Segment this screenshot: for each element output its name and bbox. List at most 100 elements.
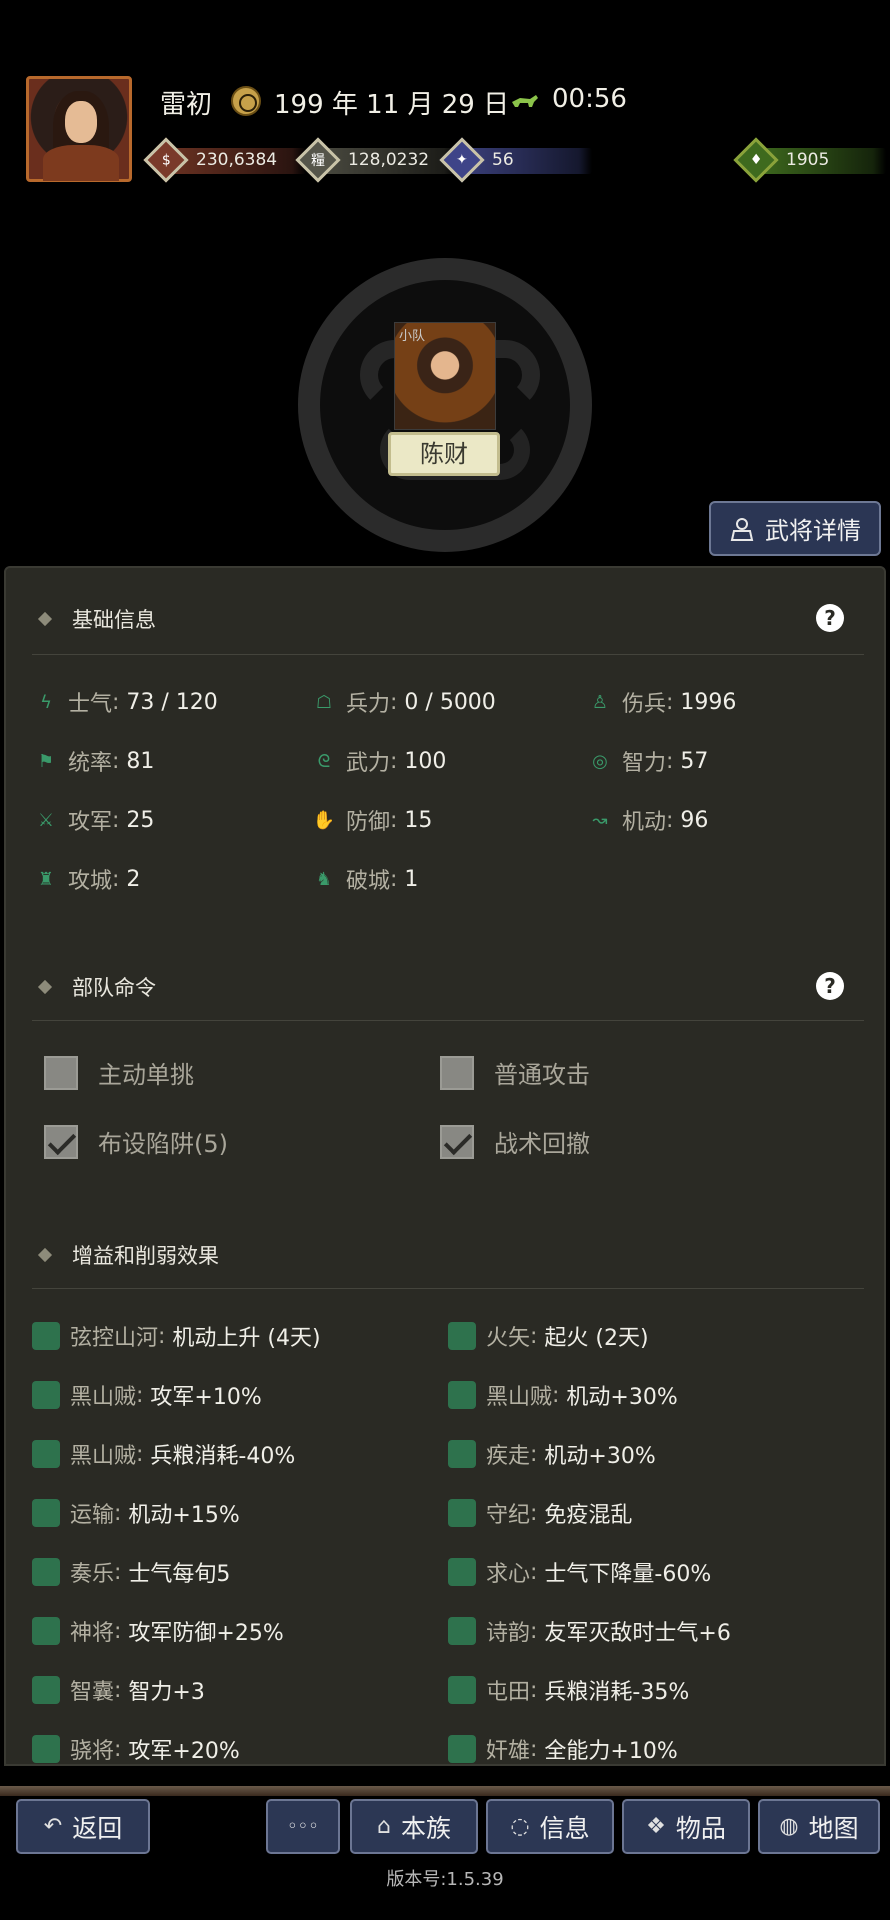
resource-supply: ♦ 1905 (733, 137, 886, 183)
effects-header: 增益和削弱效果 (37, 1240, 219, 1270)
effect-item: 黑山贼: 兵粮消耗-40% (32, 1438, 295, 1470)
strength-badge-icon: ✦ (439, 137, 485, 183)
checkbox-box[interactable] (44, 1055, 78, 1090)
bandit-mask-icon (32, 1440, 60, 1468)
effect-item: 奏乐: 士气每旬5 (32, 1556, 230, 1588)
heart-icon (448, 1558, 476, 1586)
checkbox-active-duel[interactable]: 主动单挑 (44, 1055, 194, 1090)
stat-siege: ♜ 攻城: 2 (34, 863, 141, 895)
shield-hand-icon: ✋ (312, 809, 336, 831)
stat-wounded: ♙ 伤兵: 1996 (588, 686, 737, 718)
general-details-button[interactable]: 武将详情 (709, 501, 881, 556)
general-icon (730, 517, 754, 541)
checkbox-set-trap[interactable]: 布设陷阱(5) (44, 1124, 228, 1159)
soldier-icon: ☖ (315, 691, 333, 713)
harp-icon (32, 1322, 60, 1350)
supply-value: 1905 (786, 150, 830, 170)
morale-icon: ϟ (40, 691, 52, 713)
crate-icon (32, 1499, 60, 1527)
commands-title: 部队命令 (72, 976, 156, 1000)
effect-item: 弦控山河: 机动上升 (4天) (32, 1320, 321, 1352)
basic-info-help-icon[interactable]: ? (816, 604, 844, 632)
game-time: 00:56 (552, 84, 627, 114)
ram-horse-icon: ♞ (315, 868, 333, 890)
portrait-body (43, 145, 119, 181)
swords-icon: ⚔ (37, 809, 55, 831)
horse-icon (512, 95, 538, 107)
chat-bubble-icon: ◌ (510, 1814, 530, 1839)
checkbox-box-checked[interactable] (440, 1124, 474, 1159)
commander-portrait[interactable]: 小队 (394, 322, 496, 430)
info-button[interactable]: ◌ 信息 (486, 1799, 614, 1854)
resource-food: 糧 128,0232 (295, 137, 458, 183)
wounded-icon: ♙ (591, 691, 609, 713)
wisdom-bag-icon (32, 1676, 60, 1704)
stat-attack: ⚔ 攻军: 25 (34, 804, 155, 836)
gold-value: 230,6384 (196, 150, 278, 170)
effects-title: 增益和削弱效果 (72, 1244, 219, 1268)
stat-mobility: ↝ 机动: 96 (588, 804, 708, 836)
basic-info-title: 基础信息 (72, 608, 156, 632)
checkbox-tactical-retreat[interactable]: 战术回撤 (440, 1124, 590, 1159)
checkbox-normal-attack[interactable]: 普通攻击 (440, 1055, 590, 1090)
portrait-face (65, 101, 97, 143)
troops-value: 56 (492, 150, 514, 170)
checkbox-box-checked[interactable] (44, 1124, 78, 1159)
resource-gold: $ 230,6384 (143, 137, 306, 183)
brave-general-icon (32, 1735, 60, 1763)
discipline-icon (448, 1499, 476, 1527)
effect-item: 黑山贼: 机动+30% (448, 1379, 678, 1411)
villain-icon (448, 1735, 476, 1763)
unit-info-panel[interactable]: 基础信息 ? ϟ 士气: 73 / 120 ☖ 兵力: 0 / 5000 ♙ 伤… (4, 566, 886, 1766)
brain-icon: ◎ (592, 750, 608, 772)
mobility-icon: ↝ (592, 809, 608, 831)
back-arrow-icon: ↶ (43, 1814, 63, 1839)
effect-item: 运输: 机动+15% (32, 1497, 240, 1529)
money-bag-icon: ♦ (733, 137, 779, 183)
basic-info-header: 基础信息 (37, 604, 156, 634)
effect-item: 智囊: 智力+3 (32, 1674, 205, 1706)
effect-item: 屯田: 兵粮消耗-35% (448, 1674, 689, 1706)
siege-tower-icon: ♜ (37, 868, 55, 890)
flag-icon: ⚑ (37, 750, 55, 772)
clan-button[interactable]: ⌂ 本族 (350, 1799, 478, 1854)
player-portrait[interactable] (26, 76, 132, 182)
version-label: 版本号:1.5.39 (386, 1869, 504, 1890)
effect-item: 求心: 士气下降量-60% (448, 1556, 711, 1588)
gold-icon: $ (143, 137, 189, 183)
effect-item: 骁将: 攻军+20% (32, 1733, 240, 1765)
stat-morale: ϟ 士气: 73 / 120 (34, 686, 218, 718)
effect-item: 黑山贼: 攻军+10% (32, 1379, 262, 1411)
game-date: 199 年 11 月 29 日 (274, 90, 510, 120)
commander-name: 陈财 (388, 432, 500, 476)
fire-arrow-icon (448, 1322, 476, 1350)
effect-item: 奸雄: 全能力+10% (448, 1733, 678, 1765)
unit-tag: 小队 (399, 329, 426, 344)
general-details-label: 武将详情 (765, 517, 861, 545)
map-button[interactable]: ◍ 地图 (758, 1799, 880, 1854)
stat-troops: ☖ 兵力: 0 / 5000 (312, 686, 496, 718)
stat-breach: ♞ 破城: 1 (312, 863, 419, 895)
food-value: 128,0232 (348, 150, 430, 170)
sickle-icon (448, 1676, 476, 1704)
food-icon: 糧 (295, 137, 341, 183)
stat-intelligence: ◎ 智力: 57 (588, 745, 708, 777)
divider (32, 1288, 864, 1289)
effect-item: 火矢: 起火 (2天) (448, 1320, 649, 1352)
divine-general-icon (32, 1617, 60, 1645)
back-button[interactable]: ↶ 返回 (16, 1799, 150, 1854)
calendar-coin-icon (231, 86, 261, 116)
strength-icon: ᘓ (317, 750, 331, 772)
items-button[interactable]: ❖ 物品 (622, 1799, 750, 1854)
resource-troops: ✦ 56 (439, 137, 592, 183)
stat-command: ⚑ 统率: 81 (34, 745, 155, 777)
bandit-mask-icon (32, 1381, 60, 1409)
effect-item: 神将: 攻军防御+25% (32, 1615, 284, 1647)
lord-name: 雷初 (160, 90, 213, 120)
divider (32, 1020, 864, 1021)
commands-header: 部队命令 (37, 972, 156, 1002)
more-button[interactable]: ◦◦◦ (266, 1799, 340, 1854)
checkbox-box[interactable] (440, 1055, 474, 1090)
commands-help-icon[interactable]: ? (816, 972, 844, 1000)
effect-item: 疾走: 机动+30% (448, 1438, 656, 1470)
